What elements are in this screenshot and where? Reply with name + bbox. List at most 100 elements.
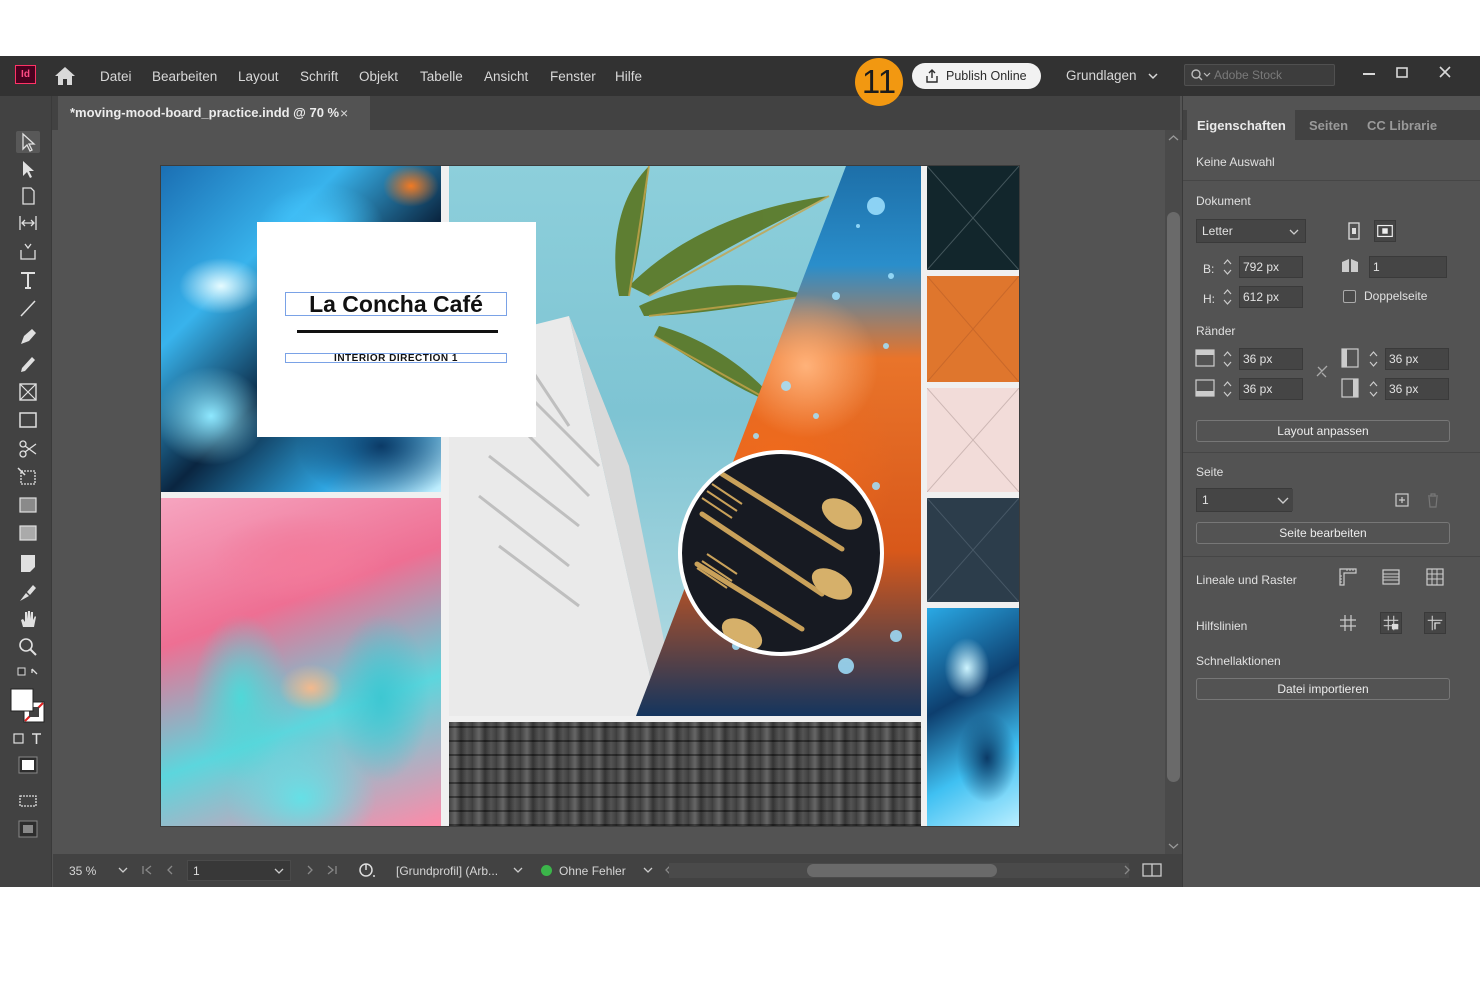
- margin-right-field[interactable]: 36 px: [1385, 378, 1449, 400]
- title-card[interactable]: La Concha Café INTERIOR DIRECTION 1: [257, 222, 536, 437]
- minimize-icon[interactable]: [1356, 61, 1382, 85]
- margin-left-field[interactable]: 36 px: [1385, 348, 1449, 370]
- portrait-orientation-icon[interactable]: [1343, 220, 1365, 242]
- next-page-icon[interactable]: [305, 865, 315, 875]
- rectangle-tool-icon[interactable]: [16, 409, 40, 431]
- margin-bottom-field[interactable]: 36 px: [1239, 378, 1303, 400]
- publish-online-button[interactable]: Publish Online: [912, 63, 1041, 89]
- delete-page-icon[interactable]: [1422, 489, 1444, 511]
- import-file-button[interactable]: Datei importieren: [1196, 678, 1450, 700]
- menu-ansicht[interactable]: Ansicht: [484, 69, 528, 84]
- scroll-up-icon[interactable]: [1168, 134, 1179, 142]
- hand-tool-icon[interactable]: [16, 608, 40, 630]
- page-tool-icon[interactable]: [16, 185, 40, 207]
- scissors-tool-icon[interactable]: [16, 438, 40, 460]
- menu-tabelle[interactable]: Tabelle: [420, 69, 463, 84]
- menu-objekt[interactable]: Objekt: [359, 69, 398, 84]
- document-tab[interactable]: *moving-mood-board_practice.indd @ 70 % …: [58, 96, 370, 130]
- height-stepper-icon[interactable]: [1221, 286, 1234, 308]
- chevron-down-icon[interactable]: [1148, 71, 1158, 81]
- tab-seiten[interactable]: Seiten: [1309, 118, 1348, 133]
- color-theme-tool-icon[interactable]: [16, 581, 40, 603]
- menu-layout[interactable]: Layout: [238, 69, 279, 84]
- home-icon[interactable]: [53, 65, 77, 87]
- workspace-switcher[interactable]: Grundlagen: [1066, 68, 1137, 83]
- menu-schrift[interactable]: Schrift: [300, 69, 338, 84]
- tab-cc-libraries[interactable]: CC Librarie: [1367, 118, 1437, 133]
- adjust-layout-button[interactable]: Layout anpassen: [1196, 420, 1450, 442]
- interior-direction-text[interactable]: INTERIOR DIRECTION 1: [285, 353, 507, 364]
- pink-swatch-frame[interactable]: [927, 388, 1019, 492]
- layout-page[interactable]: La Concha Café INTERIOR DIRECTION 1: [161, 166, 1019, 826]
- chevron-down-icon[interactable]: [513, 866, 523, 874]
- page-size-select[interactable]: Letter: [1196, 219, 1306, 243]
- succulent-image-frame[interactable]: [161, 498, 441, 826]
- gradient-feather-tool-icon[interactable]: [16, 522, 40, 544]
- maximize-icon[interactable]: [1389, 61, 1415, 85]
- scroll-right-icon[interactable]: [1123, 865, 1131, 875]
- split-layout-view-icon[interactable]: [1142, 862, 1162, 878]
- direct-selection-tool-icon[interactable]: [16, 158, 40, 180]
- line-tool-icon[interactable]: [16, 297, 40, 319]
- pen-tool-icon[interactable]: [16, 325, 40, 347]
- formatting-container-text-icon[interactable]: [10, 728, 46, 750]
- document-canvas[interactable]: La Concha Café INTERIOR DIRECTION 1: [53, 130, 1165, 854]
- vertical-scrollbar[interactable]: [1165, 130, 1182, 854]
- chevron-down-icon[interactable]: [1273, 489, 1293, 511]
- pages-count-field[interactable]: 1: [1369, 256, 1447, 278]
- scroll-down-icon[interactable]: [1168, 842, 1179, 850]
- width-stepper-icon[interactable]: [1221, 256, 1234, 278]
- baseline-grid-icon[interactable]: [1380, 566, 1402, 588]
- rectangle-frame-tool-icon[interactable]: [16, 381, 40, 403]
- selection-tool-icon[interactable]: [16, 131, 40, 153]
- height-field[interactable]: 612 px: [1239, 286, 1303, 308]
- horizontal-scroll-thumb[interactable]: [807, 864, 997, 877]
- content-collector-icon[interactable]: [16, 240, 40, 262]
- orange-swatch-frame[interactable]: [927, 276, 1019, 382]
- gpu-preview-icon[interactable]: [16, 818, 40, 840]
- margin-left-stepper-icon[interactable]: [1367, 348, 1380, 370]
- ruler-icon[interactable]: [1337, 566, 1359, 588]
- menu-bearbeiten[interactable]: Bearbeiten: [152, 69, 217, 84]
- type-tool-icon[interactable]: [16, 269, 40, 291]
- preflight-errors[interactable]: Ohne Fehler: [559, 864, 626, 878]
- margin-top-stepper-icon[interactable]: [1221, 348, 1234, 370]
- close-tab-icon[interactable]: ×: [340, 96, 348, 130]
- smart-guides-icon[interactable]: [1424, 612, 1446, 634]
- margin-right-stepper-icon[interactable]: [1367, 378, 1380, 400]
- page-number-field[interactable]: 1: [187, 860, 291, 881]
- pencil-tool-icon[interactable]: [16, 353, 40, 375]
- document-grid-icon[interactable]: [1424, 566, 1446, 588]
- menu-datei[interactable]: Datei: [100, 69, 132, 84]
- preflight-refresh-icon[interactable]: [358, 862, 376, 878]
- chrome-liquid-small-frame[interactable]: [927, 608, 1019, 826]
- facing-pages-checkbox[interactable]: [1343, 290, 1356, 303]
- slate-swatch-frame[interactable]: [927, 498, 1019, 602]
- grey-tiles-image-frame[interactable]: [449, 722, 921, 826]
- horizontal-scrollbar[interactable]: [669, 863, 1129, 878]
- lock-guides-icon[interactable]: [1380, 612, 1402, 634]
- view-mode-normal-icon[interactable]: [16, 754, 40, 776]
- first-page-icon[interactable]: [141, 865, 153, 875]
- zoom-tool-icon[interactable]: [16, 636, 40, 658]
- width-field[interactable]: 792 px: [1239, 256, 1303, 278]
- cutlery-circle-image-frame[interactable]: [678, 450, 884, 656]
- adobe-stock-search-input[interactable]: Adobe Stock: [1184, 64, 1335, 86]
- default-colors-icon[interactable]: [16, 666, 40, 688]
- landscape-orientation-icon[interactable]: [1374, 220, 1396, 242]
- add-page-icon[interactable]: [1391, 489, 1413, 511]
- chevron-down-icon[interactable]: [274, 867, 284, 875]
- link-margins-icon[interactable]: [1311, 361, 1333, 383]
- menu-fenster[interactable]: Fenster: [550, 69, 596, 84]
- indesign-app-icon[interactable]: Id: [15, 65, 36, 84]
- close-window-icon[interactable]: [1432, 61, 1458, 85]
- margin-bottom-stepper-icon[interactable]: [1221, 378, 1234, 400]
- zoom-level[interactable]: 35 %: [69, 864, 96, 878]
- menu-hilfe[interactable]: Hilfe: [615, 69, 642, 84]
- cafe-title-text[interactable]: La Concha Café: [285, 292, 507, 316]
- show-guides-icon[interactable]: [1337, 612, 1359, 634]
- gap-tool-icon[interactable]: [16, 212, 40, 234]
- margin-top-field[interactable]: 36 px: [1239, 348, 1303, 370]
- note-tool-icon[interactable]: [16, 552, 40, 574]
- screen-mode-icon[interactable]: [16, 790, 40, 812]
